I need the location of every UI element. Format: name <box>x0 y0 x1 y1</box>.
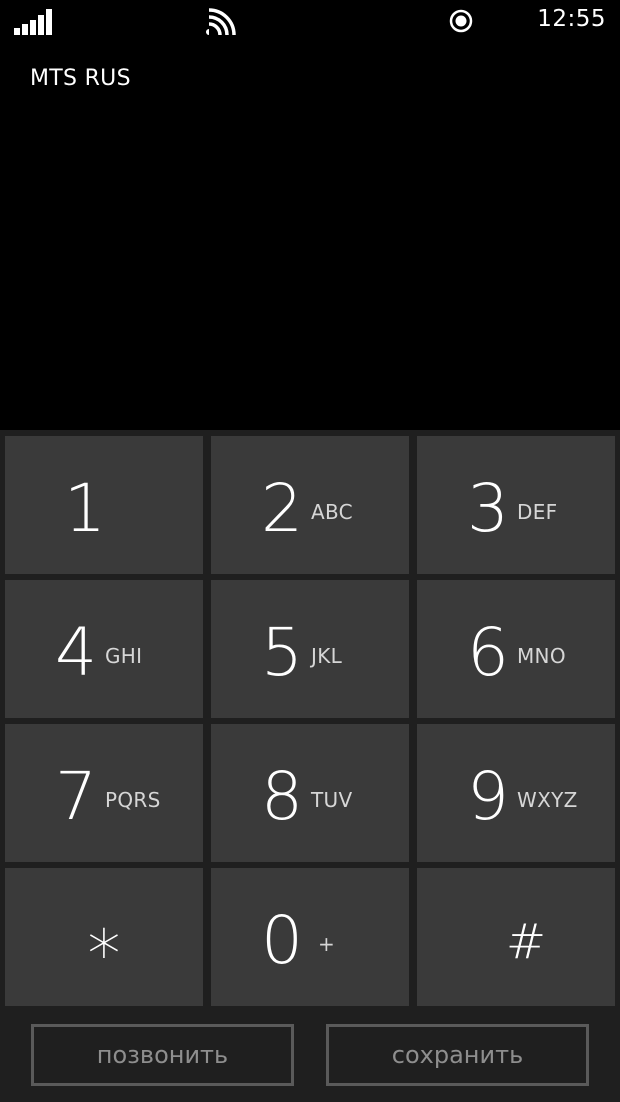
wifi-icon <box>206 8 236 36</box>
key-digit: 0 <box>261 902 303 979</box>
key-9[interactable]: 9 WXYZ <box>417 724 615 862</box>
key-3[interactable]: 3 DEF <box>417 436 615 574</box>
key-0[interactable]: 0 + <box>211 868 409 1006</box>
key-letters: WXYZ <box>517 788 578 812</box>
key-5[interactable]: 5 JKL <box>211 580 409 718</box>
status-clock: 12:55 <box>537 6 606 32</box>
key-digit: 1 <box>64 470 106 547</box>
key-digit: 4 <box>55 614 97 691</box>
key-letters: TUV <box>311 788 353 812</box>
key-letters: MNO <box>517 644 566 668</box>
key-4[interactable]: 4 GHI <box>5 580 203 718</box>
carrier-name: MTS RUS <box>30 66 131 91</box>
dialpad-area: 1 2 ABC 3 DEF 4 GHI 5 JKL 6 MNO 7 PQRS 8 TUV 9 WXYZ * 0 + # … <box>0 430 620 1102</box>
key-6[interactable]: 6 MNO <box>417 580 615 718</box>
key-letters: + <box>318 932 336 956</box>
key-2[interactable]: 2 ABC <box>211 436 409 574</box>
key-star[interactable]: * <box>5 868 203 1006</box>
key-digit: 6 <box>467 614 509 691</box>
call-button[interactable]: позвонить <box>31 1024 294 1086</box>
save-contact-button[interactable]: сохранить <box>326 1024 589 1086</box>
key-letters: DEF <box>517 500 558 524</box>
dialpad: 1 2 ABC 3 DEF 4 GHI 5 JKL 6 MNO 7 PQRS 8 TUV 9 WXYZ * 0 + # <box>5 436 615 1006</box>
status-bar: 12:55 <box>0 0 620 44</box>
key-digit: 5 <box>261 614 303 691</box>
signal-strength-icon <box>14 9 52 35</box>
key-digit: 3 <box>467 470 509 547</box>
key-letters: PQRS <box>105 788 161 812</box>
key-digit: 7 <box>55 758 97 835</box>
key-7[interactable]: 7 PQRS <box>5 724 203 862</box>
key-digit: 2 <box>261 470 303 547</box>
key-digit: 8 <box>261 758 303 835</box>
key-digit: * <box>87 916 121 993</box>
dialpad-actions: позвонить сохранить <box>0 1022 620 1092</box>
key-8[interactable]: 8 TUV <box>211 724 409 862</box>
key-digit: 9 <box>467 758 509 835</box>
key-1[interactable]: 1 <box>5 436 203 574</box>
key-hash[interactable]: # <box>417 868 615 1006</box>
phone-screen: 12:55 MTS RUS 1 2 ABC 3 DEF 4 GHI 5 JKL 6 MNO 7 PQRS… <box>0 0 620 1102</box>
location-icon <box>449 9 473 33</box>
key-letters: ABC <box>311 500 353 524</box>
key-digit: # <box>505 914 547 970</box>
key-letters: GHI <box>105 644 143 668</box>
key-letters: JKL <box>311 644 343 668</box>
